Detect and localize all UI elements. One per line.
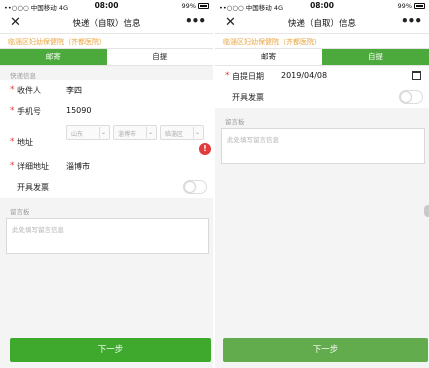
screen-pickup: ••○○○ 中国移动 4G 08:00 99% ✕ 快递（自取）信息 ••• 临… (215, 0, 429, 368)
chevron-down-icon: ⌄ (146, 127, 154, 138)
city-value: 淄博市 (118, 131, 137, 138)
battery-indicator: 99% (182, 2, 209, 10)
calendar-icon[interactable] (412, 71, 421, 80)
nav-bar: ✕ 快递（自取）信息 ••• (0, 12, 213, 34)
mail-form: * 收件人 李四 * 手机号 15090 * 地址 山东 ⌄ 淄博市 ⌄ 临淄区 ⌄ … (0, 80, 213, 198)
receiver-input[interactable]: 李四 (66, 85, 82, 96)
chevron-down-icon: ⌄ (99, 127, 107, 138)
required-mark: * (10, 106, 15, 116)
status-bar: ••○○○ 中国移动 4G 08:00 99% (215, 0, 429, 12)
hospital-name: 临淄区妇幼保健院（齐都医院） (215, 34, 429, 48)
detail-address-input[interactable]: 淄博市 (66, 161, 90, 172)
invoice-toggle[interactable] (183, 180, 207, 194)
province-select[interactable]: 山东 ⌄ (66, 125, 110, 140)
section-label: 快递信息 (10, 72, 36, 80)
detail-address-label: 详细地址 (17, 162, 49, 171)
pickup-form: * 自提日期 2019/04/08 开具发票 (215, 66, 429, 108)
next-button[interactable]: 下一步 (223, 338, 428, 362)
message-textarea[interactable]: 此处填写留言信息 (221, 128, 425, 164)
toggle-knob (185, 182, 195, 192)
district-select[interactable]: 临淄区 ⌄ (160, 125, 204, 140)
district-value: 临淄区 (165, 131, 184, 138)
tab-pickup[interactable]: 自提 (322, 49, 429, 65)
toggle-knob (401, 92, 411, 102)
pickup-date-row: * 自提日期 2019/04/08 (215, 66, 429, 87)
required-mark: * (10, 161, 15, 171)
tab-pickup[interactable]: 自提 (107, 49, 214, 65)
invoice-label: 开具发票 (17, 183, 49, 192)
address-row: * 地址 山东 ⌄ 淄博市 ⌄ 临淄区 ⌄ ! (0, 122, 213, 156)
phone-input[interactable]: 15090 (66, 106, 91, 115)
delivery-tabs: 邮寄 自提 (215, 48, 429, 66)
battery-indicator: 99% (398, 2, 425, 10)
tab-mail[interactable]: 邮寄 (0, 49, 107, 65)
status-bar: ••○○○ 中国移动 4G 08:00 99% (0, 0, 213, 12)
receiver-label: 收件人 (17, 86, 41, 95)
next-button[interactable]: 下一步 (10, 338, 211, 362)
message-board-label: 留言板 (10, 208, 30, 216)
message-textarea[interactable]: 此处填写留言信息 (6, 218, 209, 254)
address-label: 地址 (17, 138, 33, 147)
delivery-tabs: 邮寄 自提 (0, 48, 213, 66)
phone-row: * 手机号 15090 (0, 101, 213, 122)
battery-icon (414, 3, 425, 9)
warning-icon: ! (199, 143, 211, 155)
required-mark: * (10, 137, 15, 147)
receiver-row: * 收件人 李四 (0, 80, 213, 101)
battery-percent: 99% (181, 2, 196, 10)
invoice-label: 开具发票 (232, 93, 264, 102)
required-mark: * (225, 71, 230, 81)
scroll-indicator (424, 205, 429, 217)
detail-address-row: * 详细地址 淄博市 (0, 156, 213, 177)
city-select[interactable]: 淄博市 ⌄ (113, 125, 157, 140)
province-value: 山东 (71, 131, 84, 138)
hospital-name: 临淄区妇幼保健院（齐都医院） (0, 34, 213, 48)
screen-mail: ••○○○ 中国移动 4G 08:00 99% ✕ 快递（自取）信息 ••• 临… (0, 0, 213, 368)
battery-icon (198, 3, 209, 9)
more-icon[interactable]: ••• (185, 14, 206, 28)
address-selects: 山东 ⌄ 淄博市 ⌄ 临淄区 ⌄ (66, 125, 204, 140)
more-icon[interactable]: ••• (401, 14, 422, 28)
page-title: 快递（自取）信息 (287, 19, 356, 29)
tab-mail[interactable]: 邮寄 (215, 49, 322, 65)
battery-percent: 99% (397, 2, 412, 10)
chevron-down-icon: ⌄ (193, 127, 201, 138)
pickup-date-label: 自提日期 (232, 72, 264, 81)
page-title: 快递（自取）信息 (72, 19, 141, 29)
message-board-label: 留言板 (225, 118, 245, 126)
invoice-row: 开具发票 (0, 177, 213, 198)
required-mark: * (10, 85, 15, 95)
phone-label: 手机号 (17, 107, 41, 116)
pickup-date-input[interactable]: 2019/04/08 (281, 71, 327, 80)
nav-bar: ✕ 快递（自取）信息 ••• (215, 12, 429, 34)
invoice-row: 开具发票 (215, 87, 429, 108)
invoice-toggle[interactable] (399, 90, 423, 104)
